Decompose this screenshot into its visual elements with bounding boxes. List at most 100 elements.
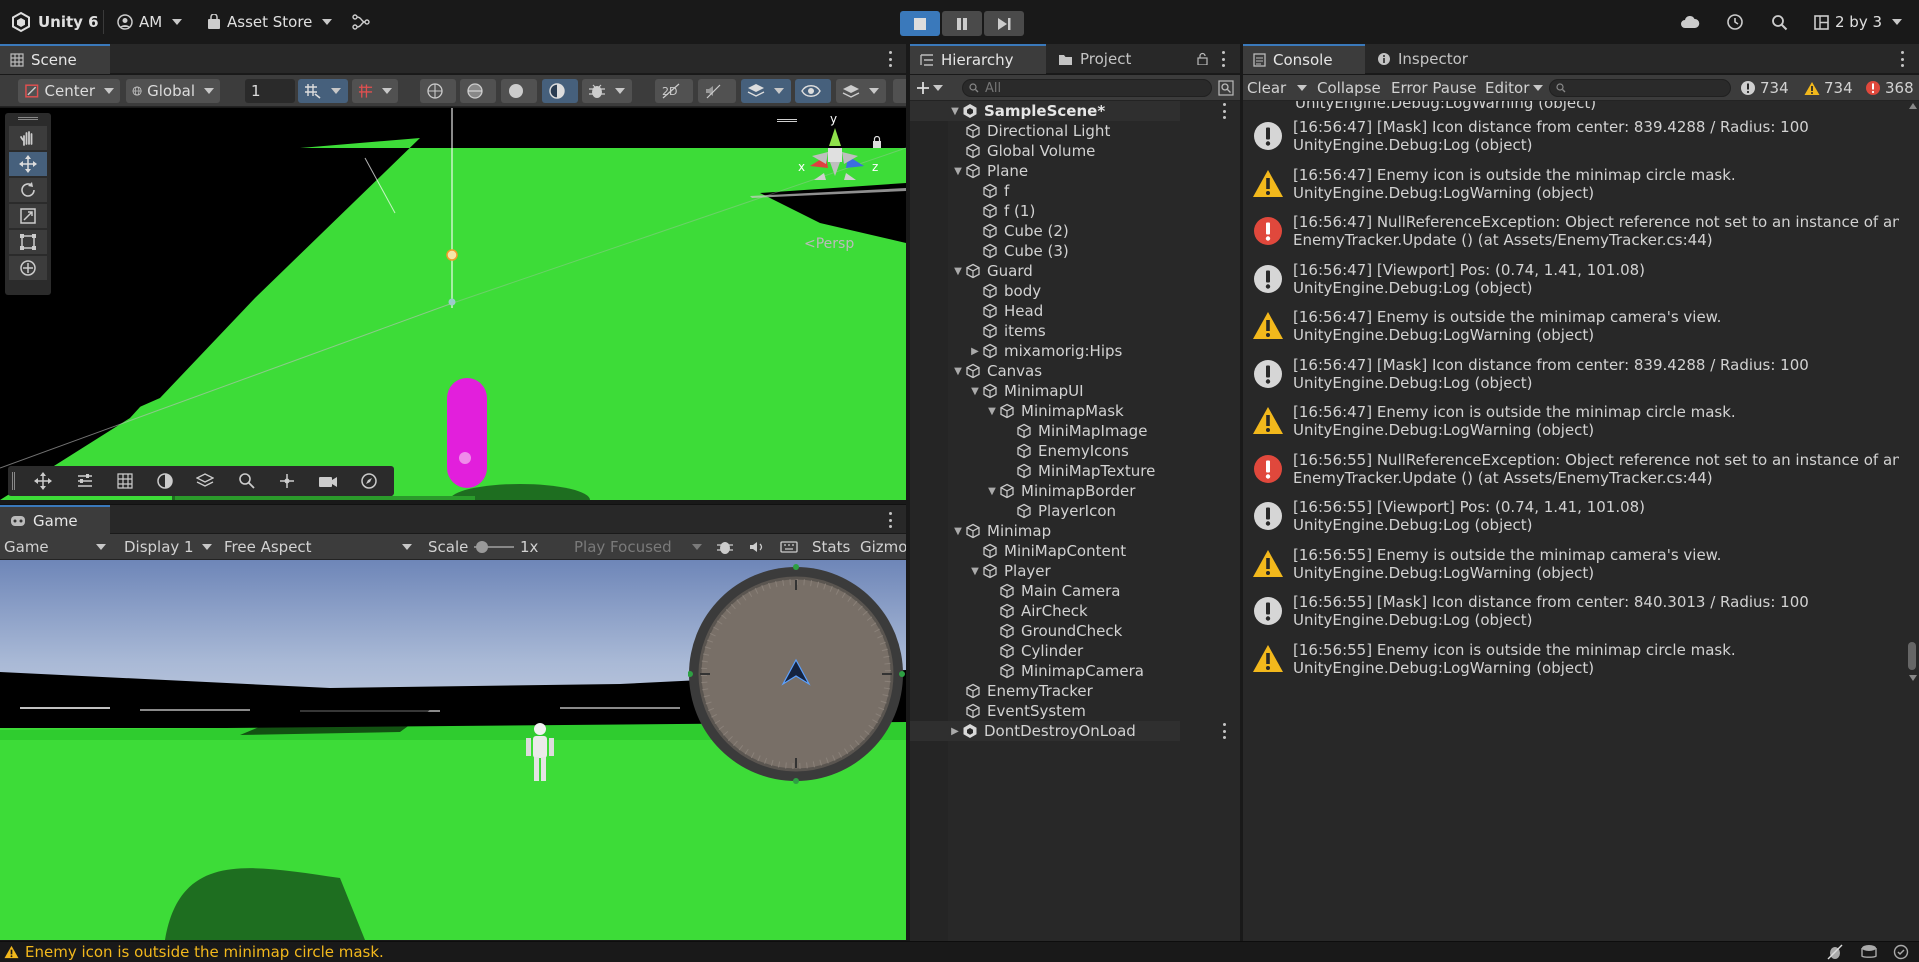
hierarchy-item[interactable]: Global Volume xyxy=(910,141,1180,161)
camera-settings-dropdown[interactable] xyxy=(836,79,886,103)
expand-arrow-icon[interactable]: ▼ xyxy=(968,566,982,577)
scene-menu-button[interactable] xyxy=(889,51,893,67)
hierarchy-search-input[interactable] xyxy=(985,80,1185,96)
log-filter-toggle[interactable]: 734 xyxy=(1740,77,1789,99)
console-entry-warn[interactable]: [16:56:55] Enemy icon is outside the min… xyxy=(1243,635,1903,683)
hierarchy-scene-row[interactable]: ▶ DontDestroyOnLoad xyxy=(910,721,1226,741)
compass-icon[interactable] xyxy=(360,472,378,490)
game-viewport[interactable] xyxy=(0,560,906,940)
bug-icon[interactable] xyxy=(716,539,734,555)
hierarchy-item[interactable]: items xyxy=(910,321,1180,341)
shaded-wireframe-button[interactable] xyxy=(460,79,496,103)
hierarchy-item[interactable]: Head xyxy=(910,301,1180,321)
console-entry-log[interactable]: [16:56:55] [Viewport] Pos: (0.74, 1.41, … xyxy=(1243,492,1903,540)
grid-hatch-icon[interactable] xyxy=(116,472,134,490)
version-control-button[interactable] xyxy=(352,0,370,44)
console-entry-log[interactable]: [16:56:47] [Viewport] Pos: (0.74, 1.41, … xyxy=(1243,255,1903,303)
scene-row-menu-button[interactable] xyxy=(1223,723,1227,739)
hierarchy-item[interactable]: Cylinder xyxy=(910,641,1180,661)
error-filter-toggle[interactable]: 368 xyxy=(1865,77,1914,99)
asset-store-dropdown[interactable]: Asset Store xyxy=(207,0,333,44)
pause-button[interactable] xyxy=(942,11,982,36)
layers-icon[interactable] xyxy=(196,472,214,490)
hierarchy-item[interactable]: ▼ Canvas xyxy=(910,361,1180,381)
console-entry-warn[interactable]: [16:56:47] Enemy icon is outside the min… xyxy=(1243,397,1903,445)
aspect-dropdown[interactable]: Free Aspect xyxy=(224,536,416,558)
lighting-button[interactable] xyxy=(542,79,578,103)
hierarchy-item[interactable]: PlayerIcon xyxy=(910,501,1180,521)
layout-dropdown[interactable]: 2 by 3 xyxy=(1814,0,1903,44)
hierarchy-item[interactable]: ▼ Plane xyxy=(910,161,1180,181)
expand-arrow-icon[interactable]: ▼ xyxy=(951,366,965,377)
hierarchy-item[interactable]: MiniMapImage xyxy=(910,421,1180,441)
scroll-up-icon[interactable] xyxy=(1909,103,1917,109)
lock-icon[interactable] xyxy=(1197,52,1208,65)
warning-filter-toggle[interactable]: 734 xyxy=(1804,77,1853,99)
2d-toggle[interactable]: 2D xyxy=(655,79,693,103)
expand-arrow-icon[interactable]: ▼ xyxy=(951,266,965,277)
half-sphere-icon[interactable] xyxy=(156,472,174,490)
scale-slider-thumb[interactable] xyxy=(476,541,488,553)
hierarchy-item[interactable]: ▼ Minimap xyxy=(910,521,1180,541)
scroll-down-icon[interactable] xyxy=(1909,675,1917,681)
tab-game[interactable]: Game xyxy=(0,505,110,535)
hierarchy-item[interactable]: ▼ MinimapUI xyxy=(910,381,1180,401)
create-button[interactable] xyxy=(916,78,948,98)
play-button[interactable] xyxy=(900,11,940,36)
hierarchy-item[interactable]: EventSystem xyxy=(910,701,1180,721)
speaker-icon[interactable] xyxy=(748,539,766,555)
hierarchy-item[interactable]: Cube (2) xyxy=(910,221,1180,241)
hierarchy-item[interactable]: EnemyTracker xyxy=(910,681,1180,701)
grid-snapping-toggle[interactable] xyxy=(298,79,348,103)
debug-draw-dropdown[interactable] xyxy=(582,79,632,103)
search-icon[interactable] xyxy=(238,472,256,490)
pivot-dropdown[interactable]: Center xyxy=(18,79,120,103)
hierarchy-item[interactable]: Cube (3) xyxy=(910,241,1180,261)
hierarchy-item[interactable]: MiniMapContent xyxy=(910,541,1180,561)
transform-tool-button[interactable] xyxy=(9,256,47,280)
console-entry-warn[interactable]: [16:56:55] Enemy is outside the minimap … xyxy=(1243,540,1903,588)
unity-logo-button[interactable]: Unity 6 xyxy=(10,0,99,44)
hierarchy-item[interactable]: f (1) xyxy=(910,201,1180,221)
console-menu-button[interactable] xyxy=(1901,51,1905,67)
hand-tool-button[interactable] xyxy=(9,126,47,150)
collapse-button[interactable]: Collapse xyxy=(1317,78,1381,98)
rect-tool-button[interactable] xyxy=(9,230,47,254)
step-button[interactable] xyxy=(984,11,1024,36)
move-arrows-icon[interactable] xyxy=(278,472,296,490)
history-button[interactable] xyxy=(1726,0,1744,44)
cloud-button[interactable] xyxy=(1680,0,1700,44)
persp-label[interactable]: <Persp xyxy=(804,236,894,252)
scene-visibility-toggle[interactable] xyxy=(795,79,831,103)
search-button[interactable] xyxy=(1771,0,1788,44)
rotate-tool-button[interactable] xyxy=(9,178,47,202)
move-tool-button[interactable] xyxy=(9,152,47,176)
lock-icon[interactable] xyxy=(872,136,882,148)
console-scroll-thumb[interactable] xyxy=(1908,642,1916,670)
hierarchy-item[interactable]: f xyxy=(910,181,1180,201)
hierarchy-item[interactable]: EnemyIcons xyxy=(910,441,1180,461)
console-entry-log[interactable]: [16:56:47] [Mask] Icon distance from cen… xyxy=(1243,112,1903,160)
game-menu-button[interactable] xyxy=(889,512,893,528)
hierarchy-item[interactable]: ▼ Player xyxy=(910,561,1180,581)
scale-tool-button[interactable] xyxy=(9,204,47,228)
cache-server-icon[interactable] xyxy=(1860,944,1878,960)
collapse-arrow-icon[interactable]: ▶ xyxy=(948,726,962,737)
console-entry-log[interactable]: [16:56:55] [Mask] Icon distance from cen… xyxy=(1243,587,1903,635)
overlay-drag-handle[interactable] xyxy=(12,472,15,490)
sliders-icon[interactable] xyxy=(76,472,94,490)
hierarchy-item[interactable]: Main Camera xyxy=(910,581,1180,601)
expand-arrow-icon[interactable]: ▼ xyxy=(948,106,962,117)
stats-button[interactable]: Stats xyxy=(812,538,850,556)
snap-increment-input[interactable]: 1 xyxy=(245,79,295,103)
expand-arrow-icon[interactable]: ▼ xyxy=(951,166,965,177)
expand-arrow-icon[interactable]: ▼ xyxy=(985,486,999,497)
collapse-arrow-icon[interactable]: ▶ xyxy=(968,346,982,357)
effects-dropdown[interactable] xyxy=(741,79,791,103)
game-mode-dropdown[interactable]: Game xyxy=(4,536,110,558)
hierarchy-item[interactable]: ▶ mixamorig:Hips xyxy=(910,341,1180,361)
clear-button[interactable]: Clear xyxy=(1247,78,1286,98)
gizmos-button-clipped[interactable] xyxy=(893,79,906,103)
hierarchy-scene-row[interactable]: ▼ SampleScene* xyxy=(910,101,1226,121)
space-dropdown[interactable]: Global xyxy=(126,79,220,103)
